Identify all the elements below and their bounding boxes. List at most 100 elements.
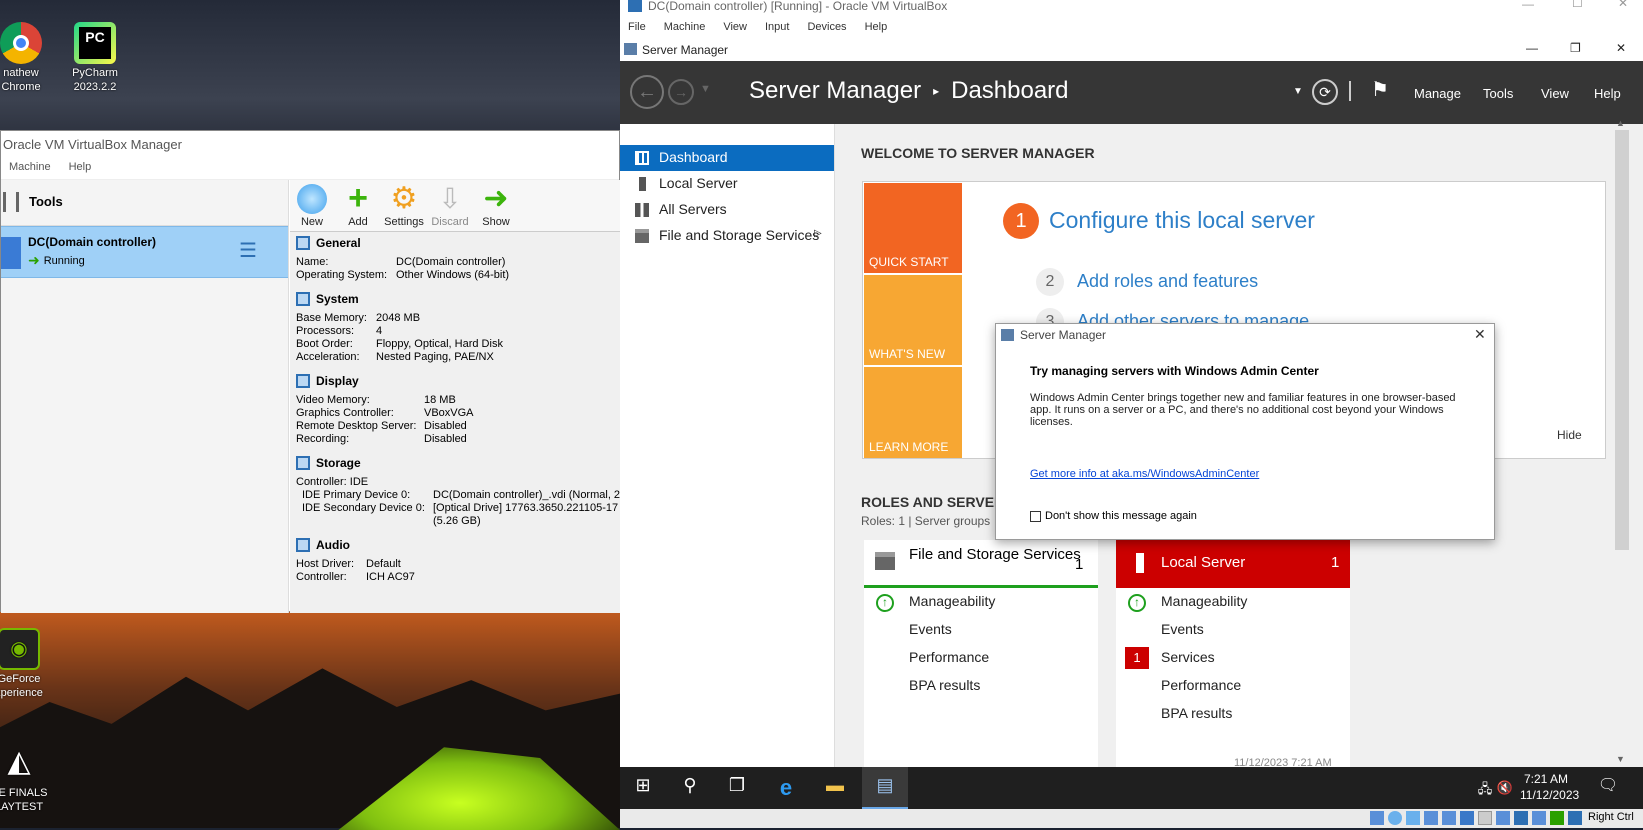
sm-close-icon[interactable]: ✕ (1616, 41, 1626, 55)
vbox-manager-title: Oracle VM VirtualBox Manager (1, 131, 619, 158)
vbox-manager-menubar: Machine Help (1, 158, 619, 180)
vbox-details-pane: New + Add ⚙ Settings ⇩ Discard ➜ Show Genera… (290, 180, 621, 613)
usb-icon[interactable] (1442, 811, 1456, 825)
audio-icon[interactable] (1406, 811, 1420, 825)
host-key-arrow-icon[interactable] (1568, 811, 1582, 825)
tile-count: 1 (1331, 554, 1340, 571)
vm-list-item-dc[interactable]: DC(Domain controller) ➜ Running ☰ (1, 226, 288, 278)
server-manager-app-icon (624, 43, 637, 55)
back-arrow-icon[interactable]: ← (630, 75, 664, 109)
chrome-icon (0, 22, 42, 64)
mouse-integration-icon[interactable] (1550, 811, 1564, 825)
tile-row-manageability[interactable]: ↑ Manageability (864, 588, 1098, 616)
hdd-icon[interactable] (1370, 811, 1384, 825)
desktop-icon-label: GeForce xperience (0, 673, 43, 699)
vrde-icon[interactable] (1514, 811, 1528, 825)
server-manager-nav: Dashboard Local Server All Servers File … (620, 124, 835, 767)
desktop-icon-the-finals[interactable]: ◭ HE FINALS LAYTEST (0, 742, 50, 814)
nav-dashboard[interactable]: Dashboard (620, 145, 834, 171)
breadcrumb-separator-icon: ▸ (933, 84, 940, 98)
task-view-icon[interactable]: ❐ (724, 775, 750, 801)
optical-icon[interactable] (1388, 811, 1402, 825)
cpu-icon[interactable] (1532, 811, 1546, 825)
menu-tools[interactable]: Tools (1483, 86, 1513, 101)
menu-machine[interactable]: Machine (664, 21, 706, 39)
dont-show-checkbox-row[interactable]: Don't show this message again (1030, 510, 1197, 522)
menu-input[interactable]: Input (765, 21, 789, 39)
configure-local-server-link[interactable]: Configure this local server (1049, 207, 1315, 234)
forward-arrow-icon[interactable]: → (668, 79, 694, 105)
server-manager-taskbar-icon[interactable]: ▤ (862, 767, 908, 809)
search-icon[interactable]: ⚲ (677, 775, 703, 801)
notifications-flag-icon[interactable]: ⚑ (1371, 77, 1389, 102)
volume-muted-icon[interactable]: 🔇 (1492, 780, 1518, 806)
menu-help[interactable]: Help (69, 161, 92, 179)
desktop-icon-chrome[interactable]: nathew Chrome (0, 22, 52, 94)
sm-minimize-icon[interactable]: — (1526, 41, 1538, 55)
maximize-icon[interactable]: ☐ (1572, 0, 1583, 9)
scroll-up-icon[interactable]: ▲ (1616, 118, 1625, 128)
dont-show-checkbox[interactable] (1030, 510, 1041, 522)
internet-explorer-icon[interactable]: e (773, 775, 799, 801)
hide-link[interactable]: Hide (1557, 428, 1582, 442)
dialog-close-icon[interactable]: ✕ (1474, 326, 1486, 343)
tools-item[interactable]: Tools (1, 180, 288, 226)
shared-folder-icon[interactable] (1460, 811, 1474, 825)
display-icon[interactable] (1478, 811, 1492, 825)
settings-button[interactable]: ⚙ Settings (384, 182, 424, 231)
tile-row-events[interactable]: Events (864, 616, 1098, 644)
add-roles-features-link[interactable]: Add roles and features (1077, 271, 1258, 292)
section-title: System (316, 292, 359, 306)
menu-help[interactable]: Help (1594, 86, 1621, 101)
vm-details-menu-icon[interactable]: ☰ (239, 241, 261, 263)
quick-start-tile[interactable]: QUICK START (864, 183, 962, 273)
desktop-icon-pycharm[interactable]: PC PyCharm 2023.2.2 (64, 22, 126, 94)
scrollbar-thumb[interactable] (1615, 130, 1629, 550)
network-adapter-icon[interactable] (1424, 811, 1438, 825)
tile-row-events[interactable]: Events (1116, 616, 1350, 644)
add-button[interactable]: + Add (338, 181, 378, 231)
menu-view[interactable]: View (723, 21, 747, 39)
menu-manage[interactable]: Manage (1414, 86, 1461, 101)
menu-devices[interactable]: Devices (807, 21, 846, 39)
tile-row-bpa[interactable]: BPA results (864, 672, 1098, 700)
action-center-icon[interactable]: 🗨 (1595, 775, 1621, 801)
desktop-icon-geforce[interactable]: ◉ GeForce xperience (0, 628, 50, 700)
tile-file-storage[interactable]: File and Storage Services 1 ↑ Manageabili… (864, 540, 1098, 767)
minimize-icon[interactable]: — (1522, 0, 1534, 10)
nav-all-servers[interactable]: All Servers (620, 197, 834, 223)
close-icon[interactable]: ✕ (1618, 0, 1628, 9)
scroll-down-icon[interactable]: ▼ (1616, 754, 1625, 764)
admin-center-link[interactable]: Get more info at aka.ms/WindowsAdminCent… (1030, 468, 1259, 480)
history-dropdown-icon[interactable]: ▼ (700, 83, 711, 95)
clock[interactable]: 7:21 AM 11/12/2023 (1520, 771, 1579, 803)
whats-new-tile[interactable]: WHAT'S NEW (864, 275, 962, 365)
sm-restore-icon[interactable]: ❐ (1570, 41, 1581, 55)
nav-file-storage[interactable]: File and Storage Services ▷ (620, 223, 834, 249)
tile-local-server[interactable]: Local Server 1 ↑ Manageability Events 1 Se… (1116, 540, 1350, 767)
expand-arrow-icon[interactable]: ▷ (814, 228, 822, 239)
refresh-icon[interactable]: ⟳ (1312, 79, 1338, 105)
tile-row-manageability[interactable]: ↑ Manageability (1116, 588, 1350, 616)
nav-local-server[interactable]: Local Server (620, 171, 834, 197)
vm-state: Running (43, 254, 85, 267)
tile-row-performance[interactable]: Performance (864, 644, 1098, 672)
status-icons: Right Ctrl (1370, 811, 1634, 825)
menu-machine[interactable]: Machine (9, 161, 51, 179)
tile-row-performance[interactable]: Performance (1116, 672, 1350, 700)
menu-view[interactable]: View (1541, 86, 1569, 101)
breadcrumb-root[interactable]: Server Manager (749, 77, 921, 105)
settings-gear-icon: ⚙ (390, 182, 418, 215)
tile-row-services[interactable]: 1 Services (1116, 644, 1350, 672)
menu-file[interactable]: File (628, 21, 646, 39)
recording-icon[interactable] (1496, 811, 1510, 825)
show-button[interactable]: ➜ Show (476, 182, 516, 231)
file-explorer-icon[interactable]: ▬ (822, 775, 848, 801)
start-windows-icon[interactable]: ⊞ (630, 775, 656, 801)
tile-row-bpa[interactable]: BPA results (1116, 700, 1350, 728)
learn-more-tile[interactable]: LEARN MORE (864, 367, 962, 458)
header-dropdown-icon[interactable]: ▼ (1293, 86, 1303, 97)
menu-help[interactable]: Help (865, 21, 888, 39)
pycharm-icon: PC (74, 22, 116, 64)
new-button[interactable]: New (292, 182, 332, 231)
